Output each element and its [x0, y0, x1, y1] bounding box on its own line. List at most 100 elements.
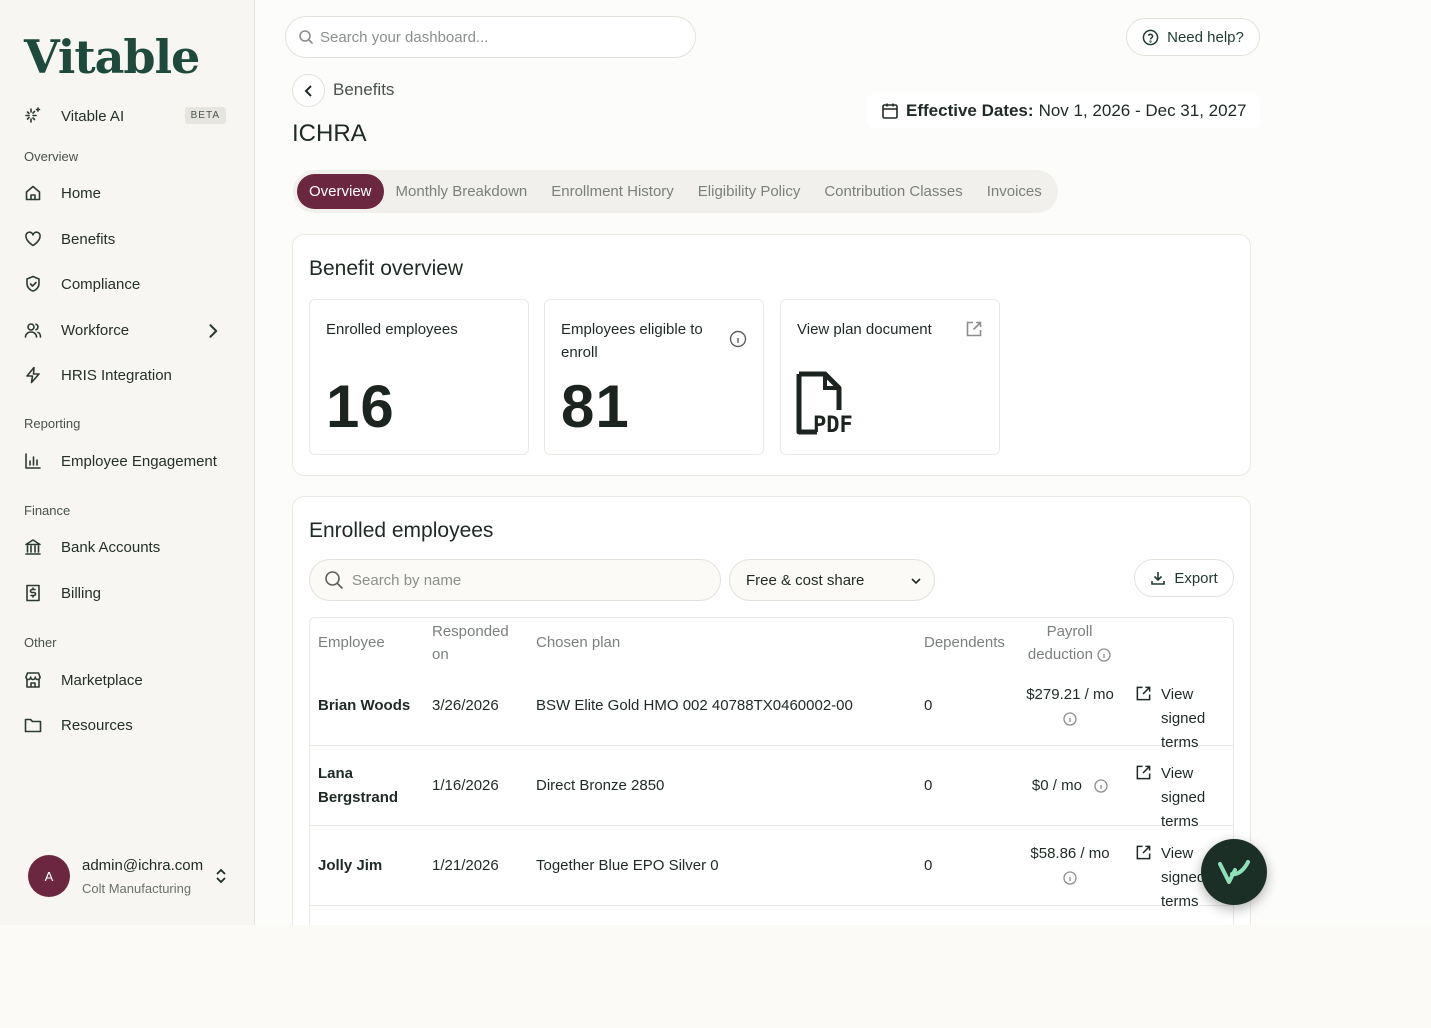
- employee-name: Jolly Jim: [318, 857, 383, 874]
- search-icon: [325, 571, 344, 590]
- column-header-employee[interactable]: Employee: [318, 631, 385, 654]
- sidebar-item-label: Vitable AI: [61, 107, 125, 125]
- table-row[interactable]: Brian Woods 3/26/2026 BSW Elite Gold HMO…: [310, 666, 1233, 751]
- enrolled-employees-title: Enrolled employees: [309, 519, 494, 542]
- chevron-left-icon: [304, 84, 312, 97]
- sidebar-item-home[interactable]: Home: [24, 175, 230, 211]
- tab-contribution-classes[interactable]: Contribution Classes: [812, 174, 974, 209]
- pdf-file-icon[interactable]: PDF: [795, 370, 859, 436]
- home-icon: [25, 185, 41, 201]
- tab-monthly-breakdown[interactable]: Monthly Breakdown: [384, 174, 540, 209]
- info-icon[interactable]: [1063, 712, 1077, 726]
- app-window: Vitable Vitable AI BETA Overview Home Be…: [0, 0, 1431, 925]
- column-header-label: Payroll deduction: [1027, 623, 1093, 663]
- tab-eligibility-policy[interactable]: Eligibility Policy: [686, 174, 813, 209]
- sidebar-item-resources[interactable]: Resources: [24, 707, 230, 743]
- folder-icon: [24, 718, 42, 733]
- sidebar-item-benefits[interactable]: Benefits: [24, 221, 230, 257]
- sidebar: Vitable Vitable AI BETA Overview Home Be…: [0, 0, 255, 925]
- tab-bar: Overview Monthly Breakdown Enrollment Hi…: [293, 170, 1058, 213]
- breadcrumb[interactable]: Benefits: [333, 80, 394, 100]
- chosen-plan: BSW Elite Gold HMO 002 40788TX0460002-00: [536, 697, 853, 714]
- dependents-count: 0: [924, 857, 933, 874]
- external-link-icon: [1136, 845, 1151, 860]
- view-signed-terms-link[interactable]: View signed terms: [1135, 683, 1230, 755]
- tab-invoices[interactable]: Invoices: [975, 174, 1054, 209]
- chevron-up-down-icon[interactable]: [213, 867, 229, 885]
- export-label: Export: [1174, 569, 1218, 587]
- table-row[interactable]: Jolly Jim 1/21/2026 Together Blue EPO Si…: [310, 826, 1233, 910]
- calendar-icon: [882, 103, 898, 119]
- sidebar-item-billing[interactable]: Billing: [24, 575, 230, 611]
- chevron-right-icon: [209, 324, 218, 338]
- shield-check-icon: [26, 275, 40, 292]
- chevron-down-icon: [911, 578, 921, 585]
- sidebar-item-label: Workforce: [61, 321, 130, 339]
- sidebar-item-label: Billing: [61, 584, 102, 602]
- tab-overview[interactable]: Overview: [297, 174, 384, 209]
- plan-type-filter-select[interactable]: Free & cost share: [729, 559, 935, 601]
- view-plan-document-card[interactable]: View plan document PDF: [780, 299, 1000, 455]
- enrolled-employees-table: Employee Responded on Chosen plan Depend…: [309, 617, 1234, 925]
- heart-icon: [25, 231, 41, 247]
- table-row[interactable]: Lana Bergstrand 1/16/2026 Direct Bronze …: [310, 746, 1233, 830]
- responded-date: 3/26/2026: [432, 697, 499, 714]
- external-link-icon[interactable]: [965, 320, 983, 338]
- vitable-logo-icon: [1218, 860, 1250, 884]
- enrolled-employees-card: Enrolled employees Search by name Free &…: [292, 496, 1251, 925]
- column-header-dependents[interactable]: Dependents: [924, 631, 1005, 654]
- download-icon: [1151, 572, 1166, 585]
- sidebar-item-label: Employee Engagement: [61, 452, 217, 470]
- sidebar-item-label: Resources: [61, 716, 133, 734]
- sidebar-item-bank-accounts[interactable]: Bank Accounts: [24, 529, 230, 565]
- sidebar-item-label: Marketplace: [61, 671, 143, 689]
- dashboard-search-input[interactable]: Search your dashboard...: [285, 16, 696, 58]
- avatar: A: [28, 855, 70, 897]
- view-signed-terms-link[interactable]: View signed terms: [1135, 762, 1230, 834]
- info-icon[interactable]: [1063, 871, 1077, 885]
- section-label-other: Other: [24, 635, 57, 650]
- column-header-chosen-plan[interactable]: Chosen plan: [536, 631, 620, 654]
- stat-label: Employees eligible to enroll: [561, 321, 703, 361]
- sidebar-item-hris-integration[interactable]: HRIS Integration: [24, 357, 230, 393]
- export-button[interactable]: Export: [1134, 559, 1234, 597]
- chosen-plan: Together Blue EPO Silver 0: [536, 857, 719, 874]
- responded-date: 1/16/2026: [432, 777, 499, 794]
- stat-label: Enrolled employees: [326, 321, 458, 338]
- sidebar-item-workforce[interactable]: Workforce: [24, 312, 230, 348]
- vitable-logo[interactable]: Vitable: [24, 30, 200, 84]
- user-organization: Colt Manufacturing: [82, 881, 192, 896]
- column-header-responded-on[interactable]: Responded on: [432, 620, 522, 666]
- payroll-deduction: $279.21 / mo: [1015, 683, 1125, 731]
- back-button[interactable]: [292, 74, 325, 107]
- benefit-overview-title: Benefit overview: [309, 257, 464, 280]
- users-icon: [24, 323, 42, 338]
- external-link-icon: [1136, 686, 1151, 701]
- sidebar-item-vitable-ai[interactable]: Vitable AI BETA: [24, 98, 230, 134]
- stat-value: 81: [561, 373, 630, 440]
- sparkle-icon: [25, 107, 41, 123]
- view-signed-terms-label: View signed terms: [1161, 686, 1206, 751]
- tab-enrollment-history[interactable]: Enrollment History: [539, 174, 686, 209]
- vitable-ai-chat-button[interactable]: [1201, 839, 1267, 905]
- sidebar-item-employee-engagement[interactable]: Employee Engagement: [24, 443, 230, 479]
- info-icon[interactable]: [1094, 779, 1108, 793]
- user-account-menu[interactable]: A admin@ichra.com Colt Manufacturing: [28, 855, 233, 899]
- page-title: ICHRA: [292, 120, 367, 147]
- user-email: admin@ichra.com: [82, 857, 204, 874]
- view-signed-terms-label: View signed terms: [1161, 845, 1206, 910]
- info-icon[interactable]: [1097, 648, 1111, 662]
- sidebar-item-marketplace[interactable]: Marketplace: [24, 662, 230, 698]
- sidebar-item-compliance[interactable]: Compliance: [24, 266, 230, 302]
- search-icon: [299, 30, 314, 45]
- store-icon: [25, 672, 41, 688]
- info-icon[interactable]: [729, 330, 747, 348]
- employee-search-input[interactable]: Search by name: [309, 559, 721, 601]
- employee-name: Lana Bergstrand: [318, 765, 399, 806]
- column-header-payroll-deduction[interactable]: Payroll deduction: [1022, 620, 1117, 666]
- sidebar-item-label: Compliance: [61, 275, 141, 293]
- need-help-button[interactable]: Need help?: [1126, 18, 1260, 56]
- chosen-plan: Direct Bronze 2850: [536, 777, 665, 794]
- sidebar-item-label: HRIS Integration: [61, 366, 172, 384]
- stat-label: View plan document: [797, 321, 932, 338]
